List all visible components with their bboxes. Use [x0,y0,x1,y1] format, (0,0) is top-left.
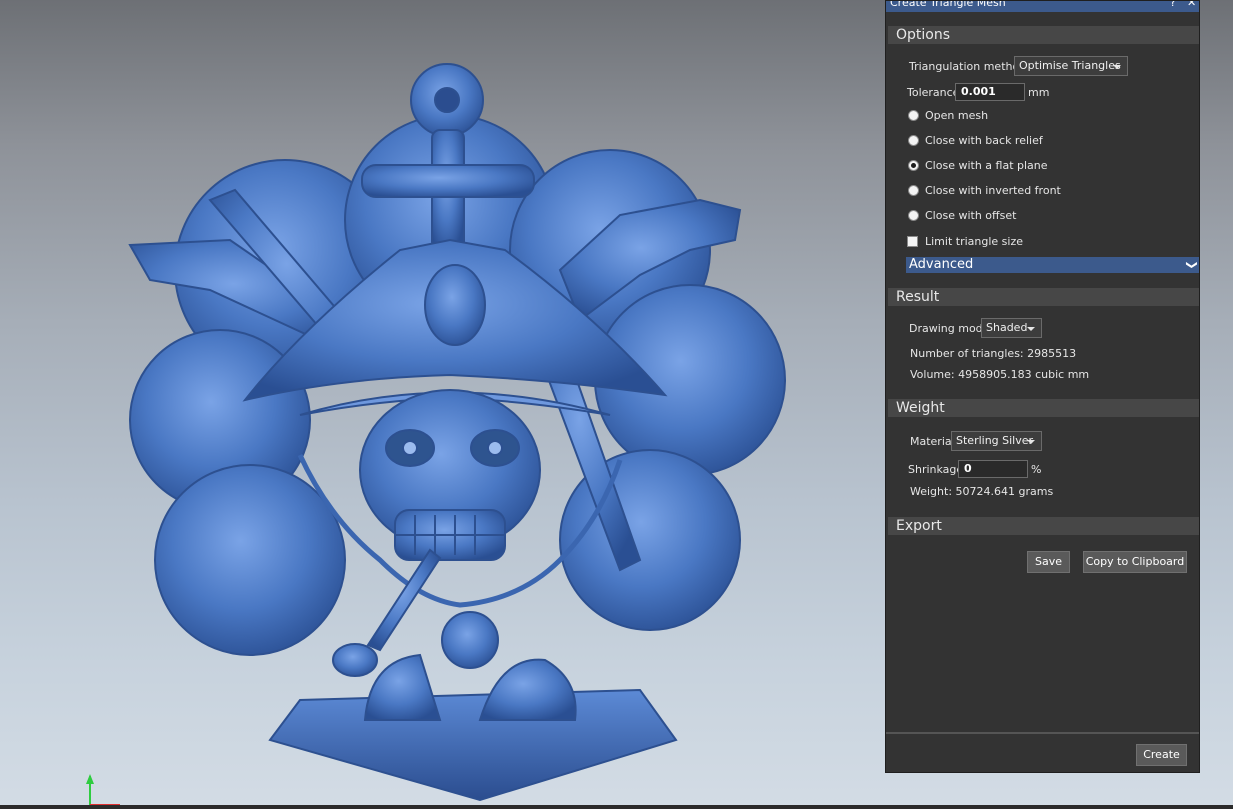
triangulation-method-value: Optimise Triangles [1019,59,1121,72]
chevron-down-icon [1027,327,1035,331]
volume-readout: Volume: 4958905.183 cubic mm [910,368,1090,381]
export-header[interactable]: Export [888,517,1199,535]
relief-model [86,63,786,805]
status-strip [0,805,1233,809]
triangulation-method-label: Triangulation method [909,60,1027,73]
drawing-mode-dropdown[interactable]: Shaded [981,318,1042,338]
drawing-mode-label: Drawing mode [909,322,990,335]
limit-triangle-size-checkbox[interactable] [907,236,918,247]
copy-to-clipboard-button[interactable]: Copy to Clipboard [1083,551,1187,573]
shrinkage-label: Shrinkage [908,463,964,476]
close-with-offset-radio[interactable] [908,210,919,221]
skull [359,389,541,561]
weight-readout: Weight: 50724.641 grams [910,485,1054,498]
save-button[interactable]: Save [1027,551,1070,573]
close-icon[interactable]: ✕ [1187,1,1196,9]
footer-divider [886,732,1199,734]
material-label: Material [910,435,955,448]
open-mesh-label[interactable]: Open mesh [925,109,988,122]
close-with-back-relief-label[interactable]: Close with back relief [925,134,1043,147]
shrinkage-input[interactable]: 0 [958,460,1028,478]
open-mesh-radio[interactable] [908,110,919,121]
chevron-down-icon: ❯ [1185,260,1199,270]
drawing-mode-value: Shaded [986,321,1028,334]
result-header[interactable]: Result [888,288,1199,306]
advanced-expander[interactable]: Advanced ❯ [906,257,1199,273]
material-dropdown[interactable]: Sterling Silver [951,431,1042,451]
close-with-inverted-front-radio[interactable] [908,185,919,196]
create-button[interactable]: Create [1136,744,1187,766]
weight-header[interactable]: Weight [888,399,1199,417]
panel-titlebar: Create Triangle Mesh ? ✕ [886,1,1199,12]
tolerance-label: Tolerance [907,86,960,99]
triangle-count: Number of triangles: 2985513 [910,347,1077,360]
limit-triangle-size-label[interactable]: Limit triangle size [925,235,1023,248]
shrinkage-unit: % [1031,463,1042,476]
chevron-down-icon [1113,65,1121,69]
close-with-flat-plane-radio[interactable] [908,160,919,171]
tolerance-input[interactable]: 0.001 [955,83,1025,101]
tolerance-unit: mm [1028,86,1050,99]
help-icon[interactable]: ? [1170,1,1176,9]
material-value: Sterling Silver [956,434,1034,447]
close-with-offset-label[interactable]: Close with offset [925,209,1016,222]
panel-title: Create Triangle Mesh [890,1,1006,9]
close-with-inverted-front-label[interactable]: Close with inverted front [925,184,1061,197]
create-triangle-mesh-panel: Create Triangle Mesh ? ✕ Options Triangu… [885,0,1200,773]
options-header[interactable]: Options [888,26,1199,44]
triangulation-method-dropdown[interactable]: Optimise Triangles [1014,56,1128,76]
axis-gizmo [86,774,120,805]
chevron-down-icon [1027,440,1035,444]
advanced-label: Advanced [909,257,974,272]
base [268,611,678,802]
close-with-back-relief-radio[interactable] [908,135,919,146]
close-with-flat-plane-label[interactable]: Close with a flat plane [925,159,1048,172]
